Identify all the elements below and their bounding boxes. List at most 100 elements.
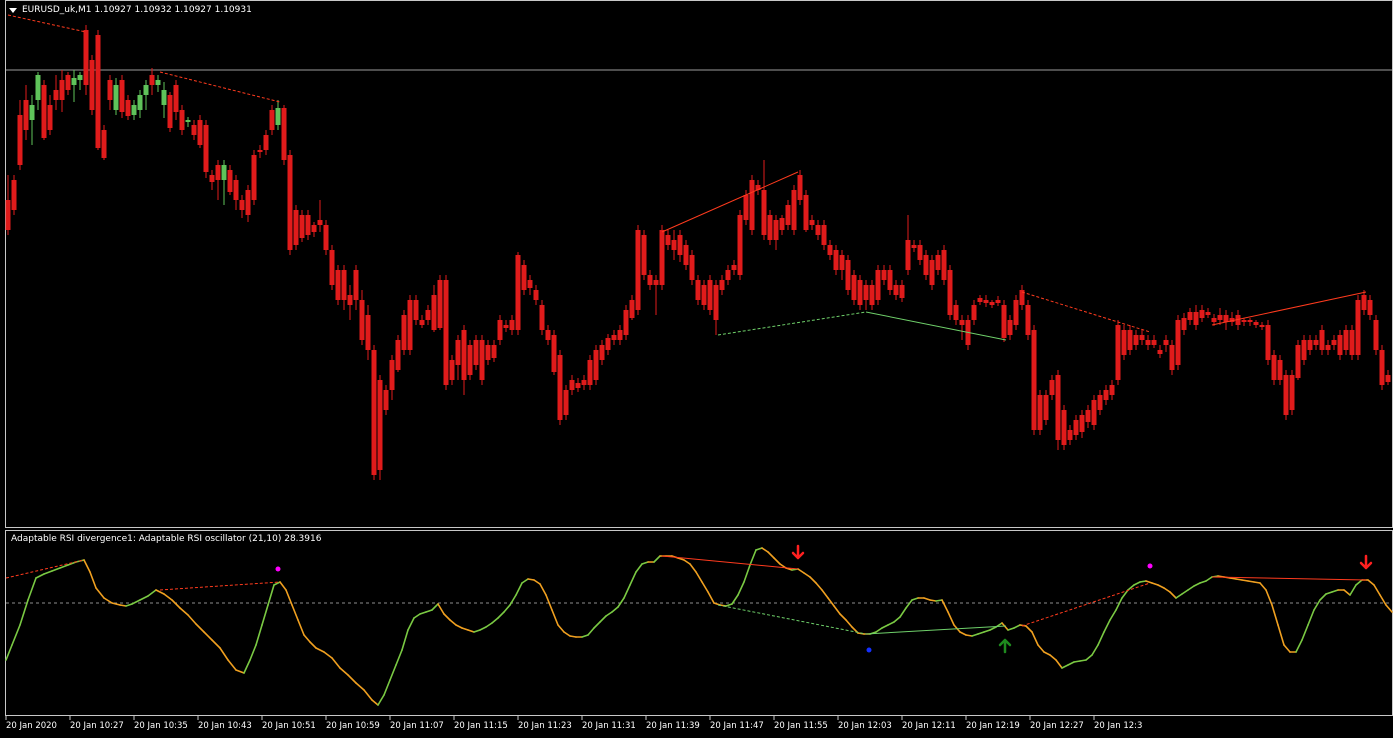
oscillator-segment [1205, 576, 1213, 582]
oscillator-segment [1145, 580, 1153, 584]
oscillator-segment [971, 633, 979, 637]
magenta-dot [1147, 563, 1153, 569]
oscillator-segment [1031, 631, 1039, 646]
bear-candle [1289, 375, 1295, 410]
oscillator-segment [737, 581, 745, 596]
oscillator-segment [111, 602, 121, 606]
oscillator-segment [1067, 661, 1075, 666]
oscillator-segment [1241, 579, 1249, 582]
time-axis-label: 20 Jan 12:27 [1030, 721, 1084, 731]
bear-candle [1067, 430, 1073, 440]
oscillator-segment [1037, 644, 1045, 653]
bear-candle [497, 320, 503, 340]
oscillator-segment [461, 627, 469, 631]
arrow-down-icon [791, 544, 805, 560]
bear-candle [269, 110, 275, 130]
bear-candle [1043, 395, 1049, 420]
oscillator-segment [533, 579, 541, 585]
bear-candle [443, 280, 449, 385]
triangle-down-icon[interactable] [9, 8, 17, 13]
oscillator-segment [503, 604, 511, 613]
oscillator-segment [935, 599, 943, 602]
oscillator-segment [635, 563, 643, 573]
oscillator-segment [119, 604, 127, 607]
bull-candle [155, 80, 161, 85]
oscillator-segment [881, 624, 889, 629]
bear-candle [857, 280, 863, 305]
oscillator-segment [401, 629, 409, 651]
oscillator-segment [1187, 585, 1195, 591]
oscillator-segment [563, 631, 571, 637]
oscillator-segment [227, 659, 237, 671]
bear-candle [851, 275, 857, 300]
oscillator-segment [371, 699, 379, 706]
oscillator-segment [893, 616, 901, 623]
bear-candle [1115, 325, 1121, 380]
oscillator-segment [653, 555, 661, 563]
bear-candle [899, 285, 905, 298]
oscillator-divergence-line [159, 581, 281, 591]
bear-candle [371, 350, 377, 475]
bear-candle [917, 245, 923, 260]
oscillator-segment [959, 631, 967, 636]
bear-candle [845, 260, 851, 290]
oscillator-segment [1007, 627, 1015, 631]
oscillator-segment [1277, 624, 1285, 646]
oscillator-segment [1109, 609, 1117, 621]
oscillator-segment [809, 576, 817, 584]
bear-candle [299, 215, 305, 238]
bear-candle [263, 135, 269, 150]
oscillator-segment [407, 617, 415, 631]
bear-candle [1031, 330, 1037, 430]
bear-candle [1007, 320, 1013, 335]
chart-canvas[interactable] [0, 0, 1393, 738]
bear-candle [215, 165, 221, 180]
oscillator-segment [103, 597, 113, 604]
oscillator-segment [1139, 580, 1147, 583]
bear-candle [401, 315, 407, 350]
oscillator-segment [899, 607, 907, 618]
oscillator-segment [1229, 577, 1237, 580]
oscillator-segment [1073, 660, 1081, 663]
bear-candle [1253, 322, 1259, 325]
bear-candle [809, 220, 815, 225]
bear-candle [893, 285, 899, 295]
oscillator-segment [1133, 581, 1141, 586]
bear-candle [83, 30, 89, 85]
bull-candle [185, 120, 191, 122]
bull-candle [77, 75, 83, 80]
price-divergence-line [1211, 291, 1367, 326]
bear-candle [977, 298, 983, 302]
oscillator-segment [569, 635, 577, 638]
oscillator-segment [163, 593, 173, 601]
oscillator-segment [1253, 581, 1261, 584]
oscillator-segment [977, 631, 985, 635]
bear-candle [959, 320, 965, 325]
bear-candle [389, 360, 395, 390]
oscillator-segment [383, 679, 391, 696]
bear-candle [605, 338, 611, 350]
bear-candle [587, 360, 593, 385]
bear-candle [593, 350, 599, 380]
bear-candle [929, 260, 935, 285]
bear-candle [1259, 325, 1265, 327]
bear-candle [1205, 312, 1211, 315]
oscillator-segment [1079, 659, 1087, 662]
oscillator-segment [413, 613, 421, 619]
bear-candle [59, 80, 65, 100]
bear-candle [281, 108, 287, 160]
bear-candle [527, 280, 533, 288]
oscillator-segment [839, 613, 847, 621]
bear-candle [935, 255, 941, 270]
bear-candle [557, 355, 563, 420]
bear-candle [413, 300, 419, 320]
bear-candle [1187, 312, 1193, 320]
oscillator-segment [195, 623, 205, 633]
bear-candle [473, 340, 479, 365]
bear-candle [635, 230, 641, 310]
oscillator-segment [1181, 589, 1189, 595]
bull-candle [143, 85, 149, 95]
bear-candle [707, 280, 713, 310]
bear-candle [863, 285, 869, 300]
trading-chart-window[interactable]: EURUSD_uk,M1 1.10927 1.10932 1.10927 1.1… [0, 0, 1393, 738]
